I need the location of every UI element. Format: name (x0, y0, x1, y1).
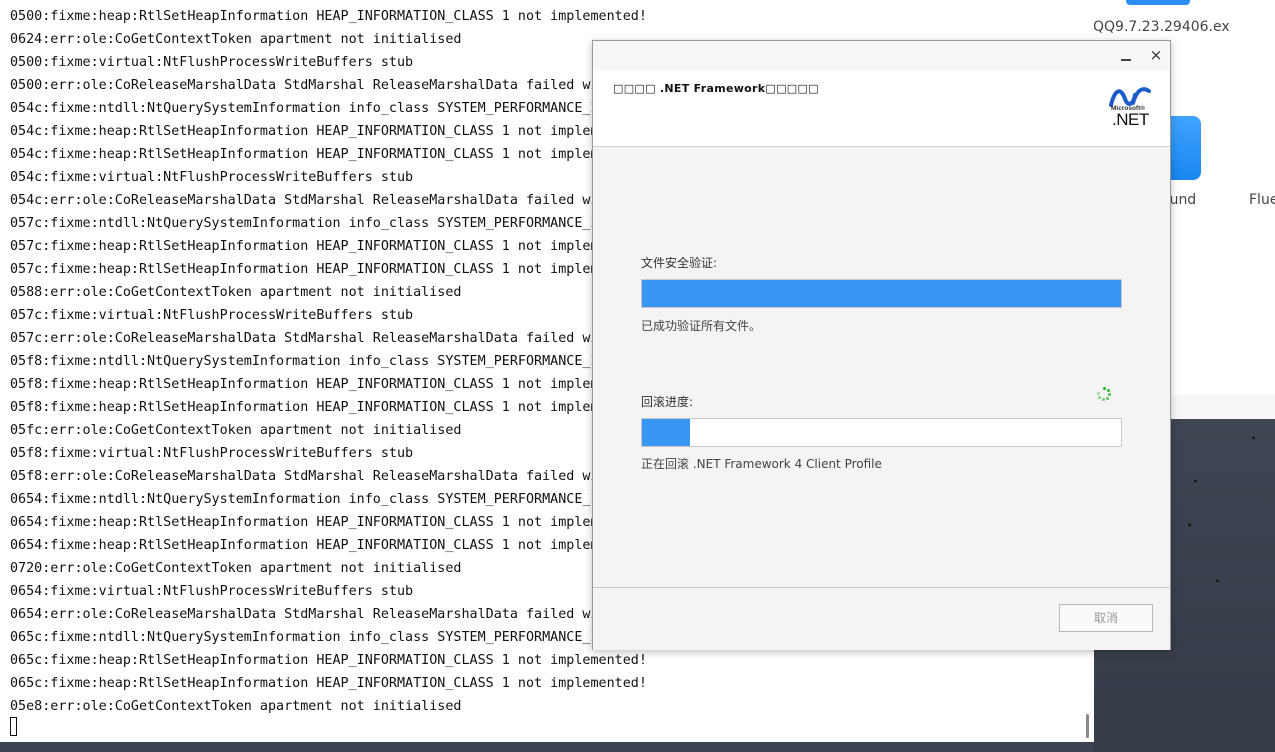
terminal-line: 054c:fixme:heap:RtlSetHeapInformation HE… (10, 147, 647, 162)
desktop-speck (1193, 479, 1198, 483)
terminal-line: 0500:fixme:heap:RtlSetHeapInformation HE… (10, 9, 647, 24)
terminal-line: 065c:fixme:heap:RtlSetHeapInformation HE… (10, 653, 647, 668)
terminal-line: 0500:err:ole:CoReleaseMarshalData StdMar… (10, 78, 680, 93)
rollback-label: 回滚进度: (641, 395, 694, 409)
dialog-header-title: □□□□ .NET Framework□□□□□ (613, 82, 819, 95)
file-name-label[interactable]: QQ9.7.23.29406.ex (1093, 19, 1230, 35)
verify-progress-bar (641, 279, 1122, 308)
terminal-line: 0654:err:ole:CoReleaseMarshalData StdMar… (10, 607, 680, 622)
desktop-speck (1251, 436, 1256, 440)
terminal-line: 05fc:err:ole:CoGetContextToken apartment… (10, 423, 462, 438)
terminal-scrollbar[interactable] (1086, 714, 1089, 738)
terminal-line: 054c:fixme:virtual:NtFlushProcessWriteBu… (10, 170, 414, 185)
dotnet-logo-word: .NET (1112, 110, 1149, 129)
cancel-button[interactable]: 取消 (1059, 604, 1153, 632)
dialog-header: □□□□ .NET Framework□□□□□ Microsoft® .NET (593, 71, 1170, 147)
rollback-progress-bar (641, 418, 1122, 447)
dialog-footer: 取消 (593, 587, 1170, 650)
desktop-speck (1187, 523, 1192, 527)
terminal-line: 0500:fixme:virtual:NtFlushProcessWriteBu… (10, 55, 414, 70)
terminal-line: 057c:fixme:heap:RtlSetHeapInformation HE… (10, 262, 647, 277)
desktop-strip (0, 742, 1094, 752)
terminal-line: 05f8:fixme:heap:RtlSetHeapInformation HE… (10, 400, 647, 415)
terminal-line: 0654:fixme:heap:RtlSetHeapInformation HE… (10, 538, 647, 553)
terminal-line: 05f8:fixme:virtual:NtFlushProcessWriteBu… (10, 446, 414, 461)
verify-progress-fill (642, 280, 1121, 307)
close-icon[interactable]: × (1149, 47, 1163, 63)
desktop-speck (1215, 579, 1220, 583)
terminal-line: 0588:err:ole:CoGetContextToken apartment… (10, 285, 462, 300)
terminal-line: 05f8:err:ole:CoReleaseMarshalData StdMar… (10, 469, 680, 484)
rollback-progress-fill (642, 419, 690, 446)
terminal-line: 057c:fixme:ntdll:NtQuerySystemInformatio… (10, 216, 680, 231)
dialog-body: 文件安全验证: 已成功验证所有文件。 回滚进度: 正在回滚 .NET Frame… (593, 147, 1170, 587)
terminal-line: 057c:err:ole:CoReleaseMarshalData StdMar… (10, 331, 680, 346)
terminal-line: 065c:fixme:ntdll:NtQuerySystemInformatio… (10, 630, 680, 645)
dotnet-installer-dialog: × □□□□ .NET Framework□□□□□ Microsoft® .N… (592, 40, 1171, 650)
terminal-line: 05f8:fixme:heap:RtlSetHeapInformation HE… (10, 377, 647, 392)
verify-status: 已成功验证所有文件。 (641, 319, 762, 333)
terminal-line: 065c:fixme:heap:RtlSetHeapInformation HE… (10, 676, 647, 691)
verify-label: 文件安全验证: (641, 256, 718, 270)
terminal-line: 0654:fixme:ntdll:NtQuerySystemInformatio… (10, 492, 680, 507)
terminal-line: 05f8:fixme:ntdll:NtQuerySystemInformatio… (10, 354, 680, 369)
dotnet-logo: Microsoft® .NET (1109, 85, 1153, 131)
terminal-line: 057c:fixme:heap:RtlSetHeapInformation HE… (10, 239, 647, 254)
terminal-line: 057c:fixme:virtual:NtFlushProcessWriteBu… (10, 308, 414, 323)
terminal-line: 0654:fixme:heap:RtlSetHeapInformation HE… (10, 515, 647, 530)
terminal-line: 054c:fixme:heap:RtlSetHeapInformation HE… (10, 124, 647, 139)
terminal-line: 0624:err:ole:CoGetContextToken apartment… (10, 32, 462, 47)
file-name-label[interactable]: Flue (1249, 192, 1275, 208)
terminal-line: 05e8:err:ole:CoGetContextToken apartment… (10, 699, 462, 714)
terminal-cursor (10, 717, 17, 736)
loading-spinner-icon (1097, 387, 1111, 401)
terminal-line: 054c:err:ole:CoReleaseMarshalData StdMar… (10, 193, 680, 208)
terminal-line: 0654:fixme:virtual:NtFlushProcessWriteBu… (10, 584, 414, 599)
minimize-icon[interactable] (1121, 51, 1131, 61)
rollback-status: 正在回滚 .NET Framework 4 Client Profile (641, 457, 882, 471)
terminal-line: 0720:err:ole:CoGetContextToken apartment… (10, 561, 462, 576)
file-icon[interactable] (1126, 0, 1190, 5)
terminal-line: 054c:fixme:ntdll:NtQuerySystemInformatio… (10, 101, 680, 116)
dialog-titlebar[interactable]: × (593, 41, 1170, 71)
dotnet-logo-wave-icon (1109, 87, 1151, 107)
